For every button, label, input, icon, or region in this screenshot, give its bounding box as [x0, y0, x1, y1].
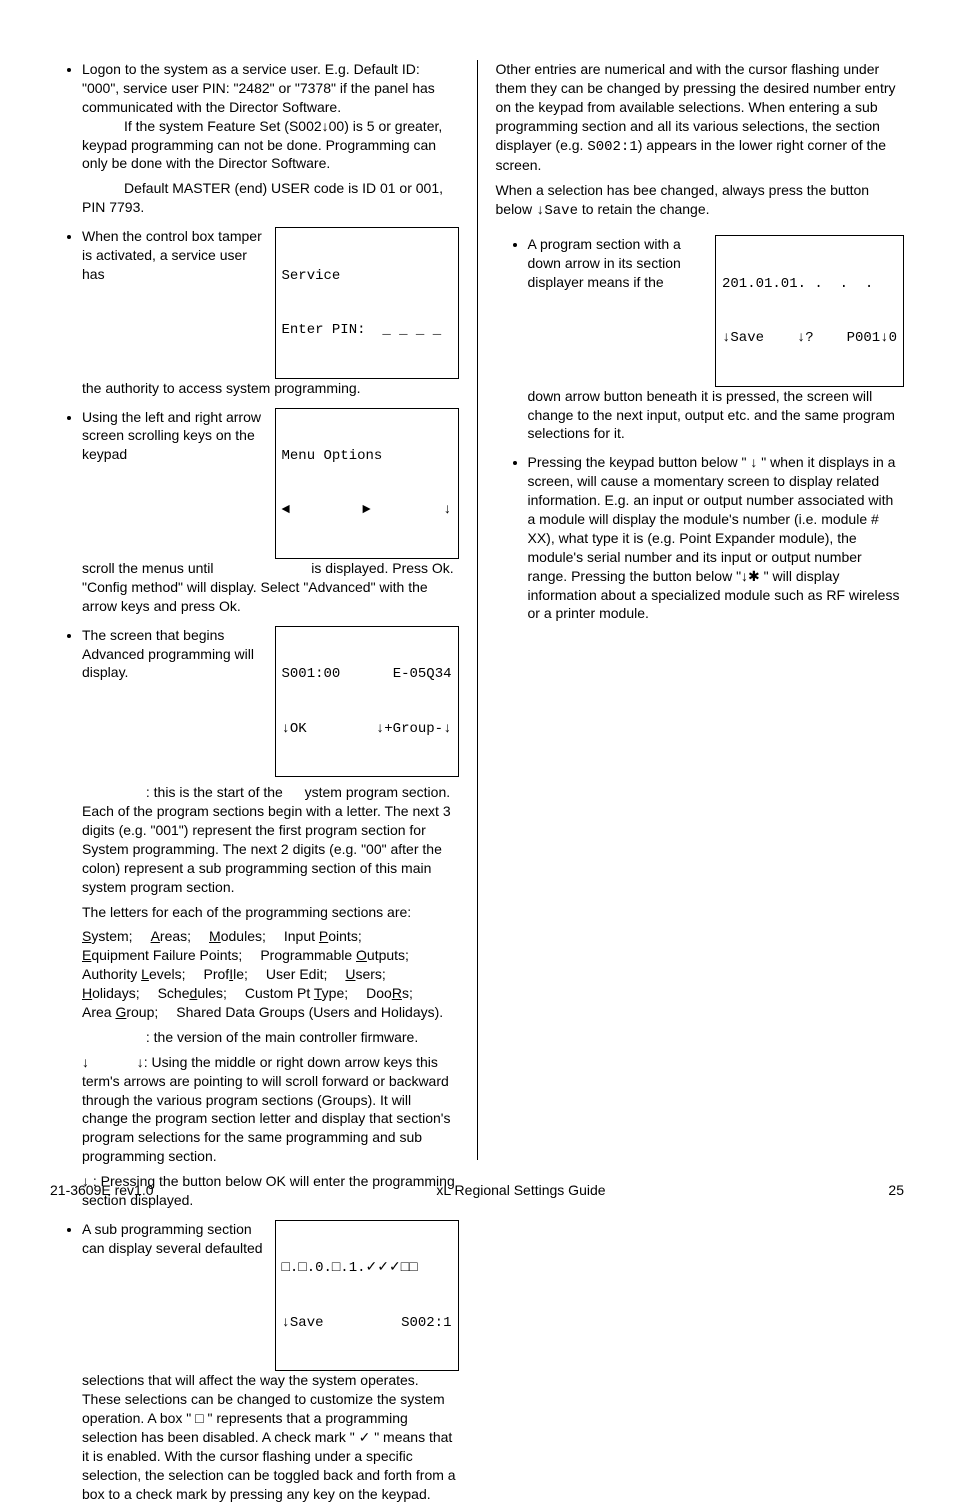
text: to retain the change. — [578, 201, 710, 217]
lcd-service-pin: Service Enter PIN: _ _ _ _ — [275, 227, 459, 379]
lcd-displayer: S002:1 — [401, 1314, 451, 1332]
text: scroll the menus until — [82, 560, 214, 576]
lcd-section: S001:00 — [282, 665, 341, 683]
text-block: When a selection has bee changed, always… — [496, 181, 905, 221]
right-bullet-list: 201.01.01. . . . ↓Save ↓? P001↓0 A progr… — [496, 235, 905, 623]
programming-section-item: Schedules; — [158, 984, 227, 1003]
lcd-save: ↓Save — [722, 329, 764, 347]
programming-section-item: Custom Pt Type; — [245, 984, 348, 1003]
footer-right: 25 — [888, 1181, 904, 1200]
text: ystem program section. Each of the progr… — [82, 784, 451, 894]
page-footer: 21-3609E rev1.0 xL Regional Settings Gui… — [40, 1181, 914, 1200]
code-inline: ↓Save — [536, 203, 578, 219]
programming-section-item: Equipment Failure Points; — [82, 946, 242, 965]
text: Pressing the keypad button below " ↓ " w… — [528, 454, 900, 621]
lcd-line1: 201.01.01. . . . — [722, 275, 897, 293]
lcd-line1: Service — [282, 267, 452, 285]
programming-section-item: Area Group; — [82, 1003, 158, 1022]
page: Logon to the system as a service user. E… — [40, 60, 914, 1160]
lcd-firmware: E-05Q34 — [393, 665, 452, 683]
text: ↓: Using the middle or right down arrow … — [82, 1054, 450, 1164]
footer-center: xL Regional Settings Guide — [436, 1181, 605, 1200]
bullet-menu-scroll: Menu Options ◄ ► ↓ Using the left and ri… — [82, 408, 459, 616]
lcd-line1: □.□.0.□.1.✓✓✓□□ — [282, 1259, 452, 1277]
text: Default MASTER (end) USER code is ID 01 … — [82, 179, 459, 217]
lcd-help: ↓? — [797, 329, 814, 347]
lcd-menu-options: Menu Options ◄ ► ↓ — [275, 408, 459, 560]
down-arrow-icon: ↓ — [443, 501, 451, 519]
text: The letters for each of the programming … — [82, 903, 459, 922]
programming-section-item: System; — [82, 927, 133, 946]
programming-sections-list: System; Areas; Modules; Input Points; Equipm… — [82, 927, 459, 1021]
programming-section-item: Input Points; — [284, 927, 362, 946]
left-bullet-list: Logon to the system as a service user. E… — [50, 60, 459, 1504]
text-block: Other entries are numerical and with the… — [496, 60, 905, 175]
programming-section-item: Authority Levels; — [82, 965, 186, 984]
text: : this is the start of the — [146, 784, 283, 800]
lcd-line2: Enter PIN: _ _ _ _ — [282, 321, 452, 339]
text: : the version of the main controller fir… — [146, 1029, 418, 1045]
lcd-program-section: 201.01.01. . . . ↓Save ↓? P001↓0 — [715, 235, 904, 387]
down-arrow-icon: ↓ — [82, 1054, 89, 1070]
programming-section-item: Programmable Outputs; — [260, 946, 409, 965]
text: When the control box tamper is activated… — [82, 228, 262, 282]
bullet-keypad-info: Pressing the keypad button below " ↓ " w… — [528, 453, 905, 623]
text: Logon to the system as a service user. E… — [82, 61, 435, 115]
right-column: Other entries are numerical and with the… — [478, 60, 915, 1160]
programming-section-item: Areas; — [151, 927, 191, 946]
text: If the system Feature Set (S002↓00) is 5… — [82, 117, 459, 174]
two-column-layout: Logon to the system as a service user. E… — [40, 60, 914, 1160]
footer-left: 21-3609E rev1.0 — [50, 1181, 154, 1200]
programming-section-item: Shared Data Groups (Users and Holidays). — [176, 1003, 443, 1022]
programming-section-item: DooRs; — [366, 984, 413, 1003]
programming-section-item: ProfIle; — [204, 965, 248, 984]
programming-section-item: User Edit; — [266, 965, 327, 984]
lcd-advanced: S001:00 E-05Q34 ↓OK ↓+Group-↓ — [275, 626, 459, 778]
text: A program section with a down arrow in i… — [528, 236, 681, 290]
right-arrow-icon: ► — [362, 501, 370, 519]
text: The screen that begins Advanced programm… — [82, 627, 254, 681]
lcd-sub-section: □.□.0.□.1.✓✓✓□□ ↓Save S002:1 — [275, 1220, 459, 1372]
bullet-sub-section: □.□.0.□.1.✓✓✓□□ ↓Save S002:1 A sub progr… — [82, 1220, 459, 1504]
text: the authority to access system programmi… — [82, 380, 361, 396]
lcd-pointer: P001↓0 — [847, 329, 897, 347]
left-arrow-icon: ◄ — [282, 501, 290, 519]
lcd-save: ↓Save — [282, 1314, 324, 1332]
left-column: Logon to the system as a service user. E… — [40, 60, 478, 1160]
bullet-logon: Logon to the system as a service user. E… — [82, 60, 459, 217]
lcd-group: ↓+Group-↓ — [376, 720, 452, 738]
bullet-tamper: Service Enter PIN: _ _ _ _ When the cont… — [82, 227, 459, 397]
text: Using the left and right arrow screen sc… — [82, 409, 261, 463]
text: down arrow button beneath it is pressed,… — [528, 388, 895, 442]
programming-section-item: Users; — [345, 965, 385, 984]
code-inline: S002:1 — [587, 139, 637, 155]
bullet-advanced-screen: S001:00 E-05Q34 ↓OK ↓+Group-↓ The screen… — [82, 626, 459, 1210]
text: A sub programming section can display se… — [82, 1221, 263, 1256]
programming-section-item: Holidays; — [82, 984, 140, 1003]
text: selections that will affect the way the … — [82, 1372, 456, 1501]
programming-section-item: Modules; — [209, 927, 266, 946]
lcd-ok: ↓OK — [282, 720, 307, 738]
bullet-program-section: 201.01.01. . . . ↓Save ↓? P001↓0 A progr… — [528, 235, 905, 443]
lcd-line1: Menu Options — [282, 447, 452, 465]
